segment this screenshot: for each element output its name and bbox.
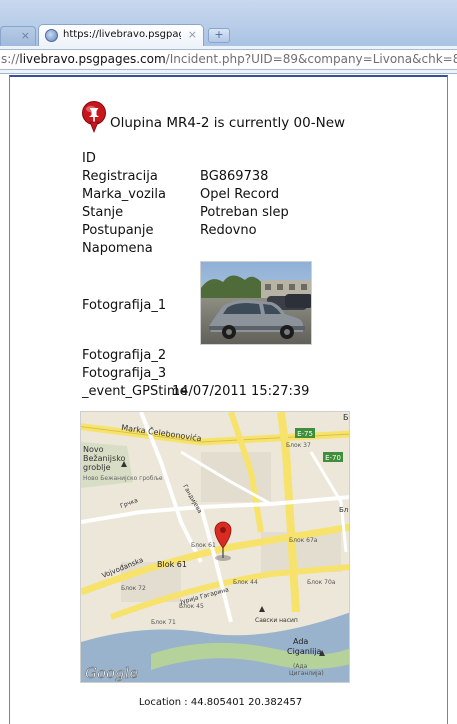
- google-logo: Google: [85, 664, 138, 682]
- field-value: BG869738: [200, 169, 269, 184]
- field-row-marka-vozila: Marka_vozila Opel Record: [82, 186, 412, 204]
- field-row-id: ID: [82, 150, 412, 168]
- url-path: /Incident.php?UID=89&company=Livona&chk=…: [165, 52, 457, 66]
- tab-title: https://livebravo.psgpages.c: [63, 29, 181, 40]
- map-label-e75: E-75: [297, 430, 313, 438]
- field-label: Marka_vozila: [82, 187, 166, 202]
- field-row-registracija: Registracija BG869738: [82, 168, 412, 186]
- field-label: Postupanje: [82, 223, 154, 238]
- tab-bar: × https://livebravo.psgpages.c × +: [0, 0, 457, 46]
- map-label-blok70a: Блок 70а: [307, 579, 336, 586]
- map-label-blok61-cyr: Блок 61: [191, 542, 216, 549]
- field-row-napomena: Napomena: [82, 240, 412, 258]
- field-label: Napomena: [82, 241, 153, 256]
- page-content: Olupina MR4-2 is currently 00-New ID Reg…: [9, 75, 448, 724]
- field-value: Opel Record: [200, 187, 280, 202]
- field-row-fotografija-2: Fotografija_2: [82, 347, 412, 365]
- tab-close-icon[interactable]: ×: [21, 29, 30, 42]
- field-label: Fotografija_1: [82, 298, 167, 313]
- field-label: Fotografija_3: [82, 366, 167, 381]
- map-label-blok44: Блок 44: [233, 579, 258, 586]
- url-scheme: s://: [1, 52, 20, 66]
- map-label-e70: E-70: [325, 454, 341, 462]
- field-label: ID: [82, 151, 96, 166]
- tab-inactive[interactable]: ×: [0, 26, 36, 46]
- location-value: 44.805401 20.382457: [190, 697, 303, 708]
- url-host: livebravo.psgpages.com: [19, 52, 166, 66]
- map-label-b-right: Бл: [339, 506, 348, 514]
- map-label-blok71: Блок 71: [151, 619, 176, 626]
- new-tab-button[interactable]: +: [208, 28, 230, 43]
- field-row-event-gpstime: _event_GPStime 14/07/2011 15:27:39: [82, 383, 412, 401]
- field-value: 14/07/2011 15:27:39: [172, 384, 310, 399]
- field-row-fotografija-3: Fotografija_3: [82, 365, 412, 383]
- parked-car-image: [201, 262, 311, 344]
- parked-car-photo[interactable]: [200, 261, 312, 345]
- tab-active[interactable]: https://livebravo.psgpages.c ×: [38, 24, 204, 46]
- tab-close-icon[interactable]: ×: [188, 28, 197, 41]
- globe-favicon-icon: [45, 29, 58, 42]
- location-map[interactable]: E-75 E-70 Marka Čelebonovića Novo Bežani…: [80, 411, 350, 683]
- field-label: Registracija: [82, 169, 158, 184]
- field-value: Potreban slep: [200, 205, 289, 220]
- red-pin-icon: [82, 101, 106, 133]
- map-label-b-top: Б: [343, 413, 349, 422]
- url-field[interactable]: s://livebravo.psgpages.com/Incident.php?…: [0, 49, 457, 70]
- map-label-blok67a: Блок 67а: [289, 537, 318, 544]
- field-value: Redovno: [200, 223, 257, 238]
- incident-header: Olupina MR4-2 is currently 00-New: [81, 101, 381, 135]
- incident-fields: ID Registracija BG869738 Marka_vozila Op…: [82, 150, 412, 401]
- map-label-blok61: Blok 61: [157, 560, 187, 569]
- map-label-blok37: Блок 37: [286, 442, 311, 449]
- page-title: Olupina MR4-2 is currently 00-New: [110, 115, 346, 131]
- location-line: Location : 44.805401 20.382457: [10, 697, 431, 708]
- field-label: Stanje: [82, 205, 124, 220]
- map-label-savski: Савски насип: [255, 617, 298, 624]
- map-label-novo-cyr: Ново Бежанијско гробље: [83, 475, 163, 482]
- map-canvas: E-75 E-70 Marka Čelebonovića Novo Bežani…: [81, 412, 349, 682]
- field-row-postupanje: Postupanje Redovno: [82, 222, 412, 240]
- address-bar: s://livebravo.psgpages.com/Incident.php?…: [0, 46, 457, 74]
- location-label: Location :: [138, 697, 188, 708]
- field-label: Fotografija_2: [82, 348, 167, 363]
- field-row-stanje: Stanje Potreban slep: [82, 204, 412, 222]
- browser-window: × https://livebravo.psgpages.c × + s://l…: [0, 0, 457, 724]
- map-label-blok72: Блок 72: [121, 585, 146, 592]
- field-row-fotografija-1: Fotografija_1: [82, 261, 412, 347]
